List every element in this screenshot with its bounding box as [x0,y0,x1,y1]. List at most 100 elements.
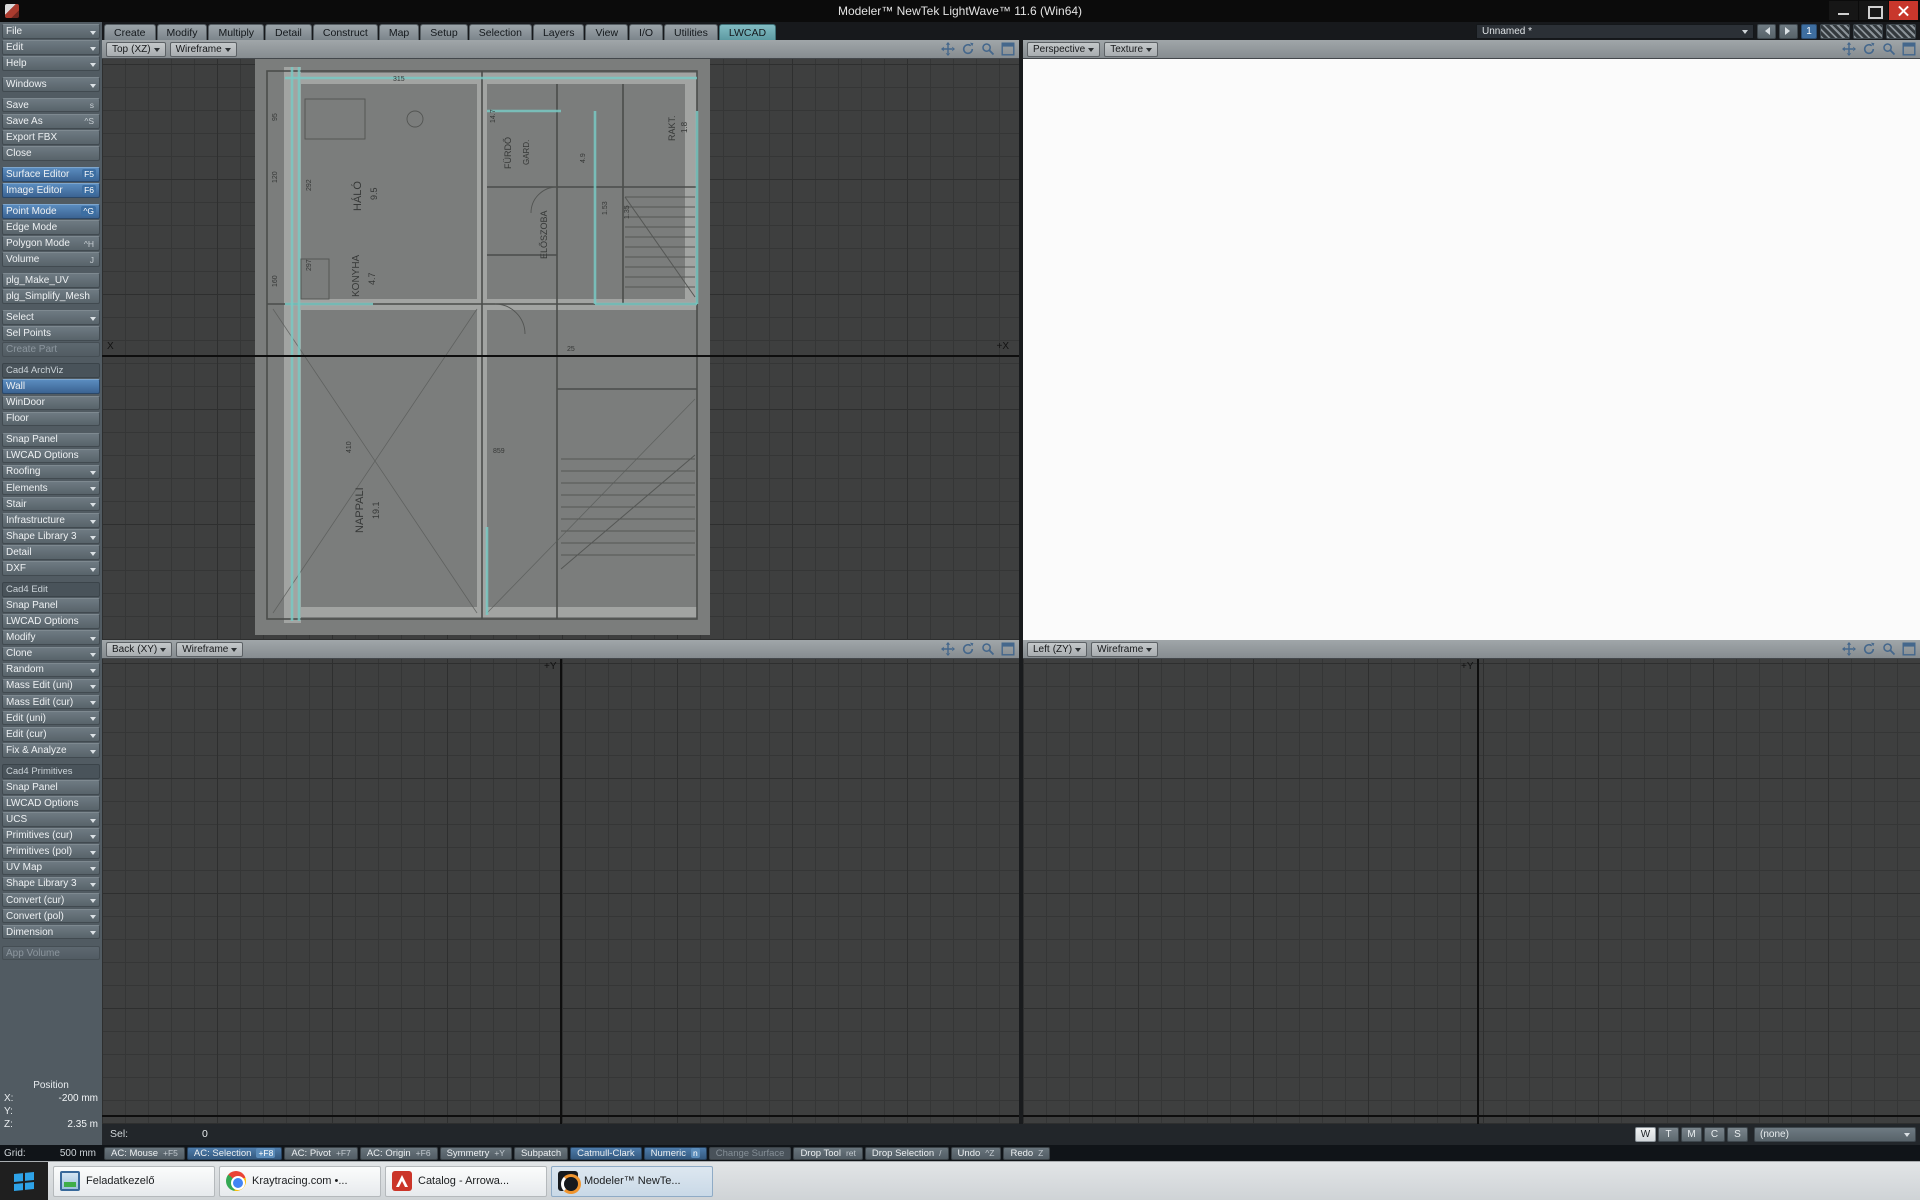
vmap-selector[interactable]: (none) [1754,1127,1916,1142]
taskbar-app-button-modeler-newte[interactable]: Modeler™ NewTe... [551,1166,713,1197]
viewport-left-canvas[interactable]: +Y [1023,659,1920,1124]
sidebar-item-plg-simplify-mesh[interactable]: plg_Simplify_Mesh [2,289,100,304]
sidebar-item-roofing[interactable]: Roofing [2,465,100,480]
sidebar-item-infrastructure[interactable]: Infrastructure [2,513,100,528]
sidebar-item-surface-editor[interactable]: Surface Editor F5 [2,167,100,182]
sidebar-item-elements[interactable]: Elements [2,481,100,496]
sidebar-item-primitives-pol[interactable]: Primitives (pol) [2,844,100,859]
status-button-drop-selection[interactable]: Drop Selection / [865,1147,949,1160]
sidebar-item-random[interactable]: Random [2,663,100,678]
menu-tab-lwcad[interactable]: LWCAD [719,24,776,40]
status-button-drop-tool[interactable]: Drop Tool ret [793,1147,862,1160]
sidebar-item-modify[interactable]: Modify [2,630,100,645]
sidebar-item-clone[interactable]: Clone [2,647,100,662]
sidebar-item-snap-panel[interactable]: Snap Panel [2,433,100,448]
status-button-symmetry[interactable]: Symmetry +Y [440,1147,512,1160]
maximize-viewport-icon[interactable] [1001,642,1015,656]
sidebar-item-file[interactable]: File [2,24,100,39]
maximize-viewport-icon[interactable] [1902,42,1916,56]
status-button-ac-pivot[interactable]: AC: Pivot +F7 [284,1147,358,1160]
sidebar-item-edit[interactable]: Edit [2,40,100,55]
status-button-subpatch[interactable]: Subpatch [514,1147,568,1160]
sidebar-item-snap-panel[interactable]: Snap Panel [2,780,100,795]
sidebar-item-fix-analyze[interactable]: Fix & Analyze [2,743,100,758]
vmap-button-w[interactable]: W [1635,1127,1656,1142]
window-layout-button[interactable] [1886,24,1916,39]
pan-icon[interactable] [941,642,955,656]
menu-tab-selection[interactable]: Selection [469,24,532,40]
vmap-button-s[interactable]: S [1727,1127,1748,1142]
render-mode-dropdown[interactable]: Wireframe [170,42,237,57]
sidebar-item-wall[interactable]: Wall [2,379,100,394]
close-button[interactable] [1889,1,1918,20]
sidebar-item-lwcad-options[interactable]: LWCAD Options [2,796,100,811]
object-selector[interactable]: Unnamed * [1476,24,1754,39]
render-mode-dropdown[interactable]: Wireframe [176,642,243,657]
pan-icon[interactable] [941,42,955,56]
rotate-icon[interactable] [1862,42,1876,56]
viewport-divider[interactable] [1019,40,1023,1124]
menu-tab-utilities[interactable]: Utilities [664,24,718,40]
pan-icon[interactable] [1842,42,1856,56]
rotate-icon[interactable] [1862,642,1876,656]
sidebar-item-polygon-mode[interactable]: Polygon Mode ^H [2,236,100,251]
window-layout-button[interactable] [1820,24,1850,39]
status-button-numeric[interactable]: Numeric n [644,1147,707,1160]
sidebar-item-dimension[interactable]: Dimension [2,925,100,940]
sidebar-item-help[interactable]: Help [2,56,100,71]
sidebar-item-lwcad-options[interactable]: LWCAD Options [2,449,100,464]
sidebar-item-save-as[interactable]: Save As ^S [2,114,100,129]
sidebar-item-sel-points[interactable]: Sel Points [2,326,100,341]
render-mode-dropdown[interactable]: Wireframe [1091,642,1158,657]
menu-tab-view[interactable]: View [585,24,628,40]
sidebar-item-stair[interactable]: Stair [2,497,100,512]
sidebar-item-select[interactable]: Select [2,310,100,325]
sidebar-item-ucs[interactable]: UCS [2,812,100,827]
view-type-dropdown[interactable]: Left (ZY) [1027,642,1087,657]
sidebar-item-uv-map[interactable]: UV Map [2,861,100,876]
render-mode-dropdown[interactable]: Texture [1104,42,1158,57]
zoom-icon[interactable] [981,42,995,56]
sidebar-item-convert-pol[interactable]: Convert (pol) [2,909,100,924]
sidebar-item-edge-mode[interactable]: Edge Mode [2,220,100,235]
menu-tab-i-o[interactable]: I/O [629,24,663,40]
maximize-button[interactable] [1859,1,1888,20]
taskbar-app-button-feladatkezel[interactable]: Feladatkezelő [53,1166,215,1197]
maximize-viewport-icon[interactable] [1902,642,1916,656]
sidebar-item-close[interactable]: Close [2,146,100,161]
sidebar-item-primitives-cur[interactable]: Primitives (cur) [2,828,100,843]
sidebar-item-export-fbx[interactable]: Export FBX [2,130,100,145]
status-button-undo[interactable]: Undo ^Z [951,1147,1002,1160]
sidebar-item-edit-cur[interactable]: Edit (cur) [2,727,100,742]
sidebar-item-windows[interactable]: Windows [2,77,100,92]
viewport-back-canvas[interactable]: +Y [102,659,1019,1124]
sidebar-item-edit-uni[interactable]: Edit (uni) [2,711,100,726]
sidebar-item-floor[interactable]: Floor [2,412,100,427]
taskbar-app-button-catalog-arrowa[interactable]: Catalog - Arrowa... [385,1166,547,1197]
vmap-button-t[interactable]: T [1658,1127,1679,1142]
sidebar-item-save[interactable]: Save s [2,98,100,113]
zoom-icon[interactable] [981,642,995,656]
window-layout-button[interactable] [1853,24,1883,39]
sidebar-item-shape-library-3[interactable]: Shape Library 3 [2,877,100,892]
status-button-ac-origin[interactable]: AC: Origin +F6 [360,1147,438,1160]
prev-layer-button[interactable] [1757,24,1776,39]
menu-tab-setup[interactable]: Setup [420,24,467,40]
viewport-perspective-canvas[interactable] [1023,59,1920,640]
vmap-button-m[interactable]: M [1681,1127,1702,1142]
vmap-button-c[interactable]: C [1704,1127,1725,1142]
maximize-viewport-icon[interactable] [1001,42,1015,56]
sidebar-item-mass-edit-uni[interactable]: Mass Edit (uni) [2,679,100,694]
rotate-icon[interactable] [961,42,975,56]
menu-tab-create[interactable]: Create [104,24,156,40]
sidebar-item-point-mode[interactable]: Point Mode ^G [2,204,100,219]
menu-tab-modify[interactable]: Modify [157,24,208,40]
rotate-icon[interactable] [961,642,975,656]
zoom-icon[interactable] [1882,642,1896,656]
view-type-dropdown[interactable]: Top (XZ) [106,42,166,57]
next-layer-button[interactable] [1779,24,1798,39]
viewport-top-canvas[interactable]: HÁLÓ9.5KONYHA4.7NAPPALI19.1FÜRDŐGARD.ELŐ… [102,59,1019,640]
menu-tab-multiply[interactable]: Multiply [208,24,264,40]
taskbar-app-button-kraytracing-com[interactable]: Kraytracing.com •... [219,1166,381,1197]
pan-icon[interactable] [1842,642,1856,656]
